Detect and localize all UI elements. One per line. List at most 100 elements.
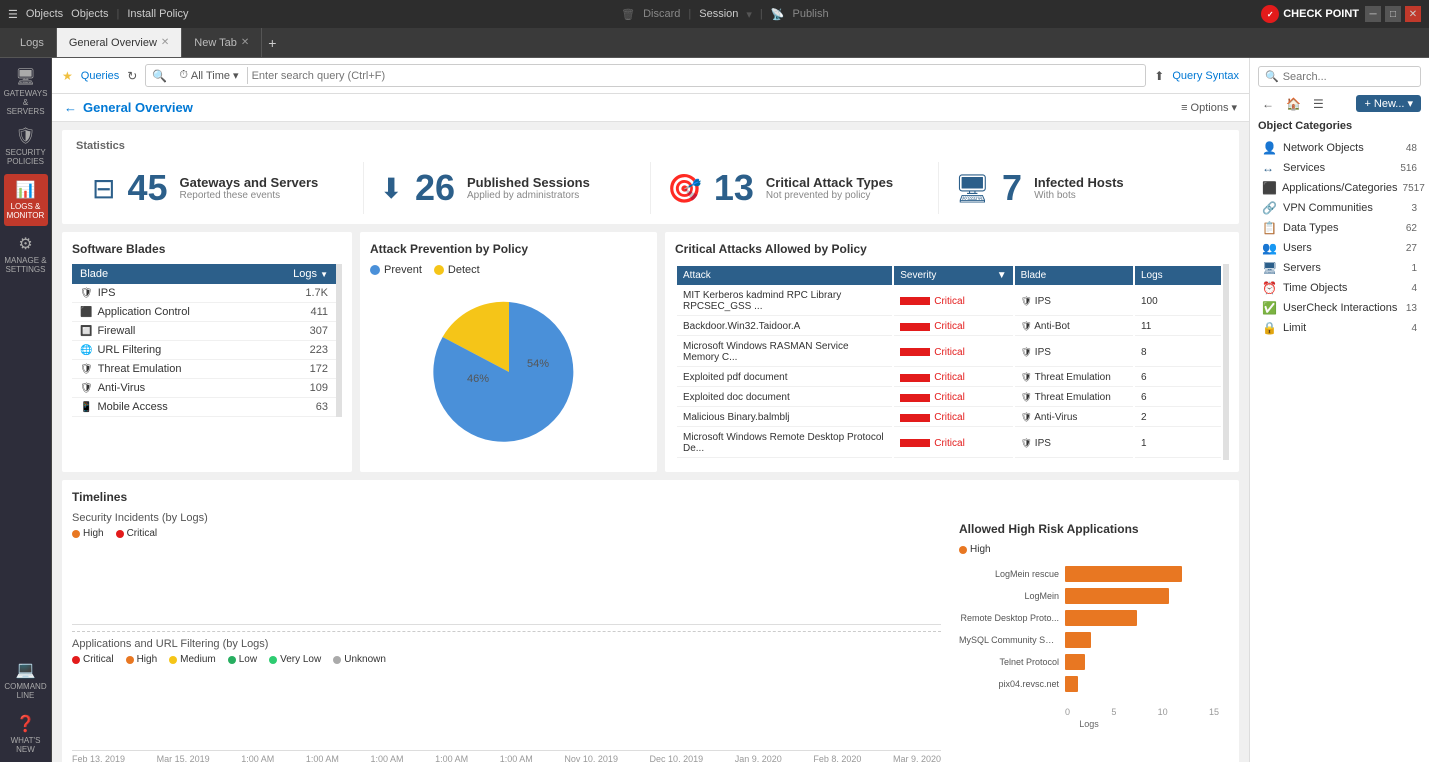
stat-gateways: ⊟ 45 Gateways and Servers Reported these…: [76, 162, 364, 214]
timeline-x-label: 1:00 AM: [371, 754, 404, 762]
timeline-x-label: Jan 9, 2020: [735, 754, 782, 762]
close-btn[interactable]: ✕: [1405, 6, 1421, 22]
sidebar-bottom: 💻 COMMAND LINE ❓ WHAT'S NEW: [4, 654, 48, 762]
attack-row[interactable]: Microsoft Windows RASMAN Service Memory …: [677, 338, 1221, 367]
sw-blades-scrollbar[interactable]: [336, 264, 342, 417]
app-medium-dot: [169, 656, 177, 664]
sw-blade-row[interactable]: 🛡 Anti-Virus 109: [72, 379, 336, 398]
legend-detect: Detect: [434, 264, 480, 276]
severity-filter-icon[interactable]: ▼: [997, 270, 1007, 281]
sidebar-item-security[interactable]: 🛡 SECURITY POLICIES: [4, 120, 48, 172]
minimize-btn[interactable]: ─: [1365, 6, 1381, 22]
obj-category-row[interactable]: ✅ UserCheck Interactions 13: [1258, 298, 1421, 318]
discard-label[interactable]: Discard: [643, 8, 680, 20]
security-label: SECURITY POLICIES: [4, 149, 48, 167]
attacks-scrollbar[interactable]: [1223, 264, 1229, 460]
new-object-btn[interactable]: + New... ▾: [1356, 95, 1421, 112]
blade-icon: 🌐: [80, 345, 92, 356]
obj-cat-count: 48: [1406, 143, 1417, 154]
attack-prevention-legend: Prevent Detect: [370, 264, 647, 276]
obj-category-row[interactable]: 👥 Users 27: [1258, 238, 1421, 258]
nav-back-btn[interactable]: ←: [1258, 96, 1278, 112]
options-btn[interactable]: ≡ Options ▾: [1181, 101, 1237, 114]
obj-category-row[interactable]: 👤 Network Objects 48: [1258, 138, 1421, 158]
sw-blade-row[interactable]: 🛡 IPS 1.7K: [72, 284, 336, 303]
time-filter[interactable]: ⏱ All Time ▾: [171, 67, 247, 84]
obj-category-row[interactable]: ↔ Services 516: [1258, 158, 1421, 178]
sidebar-item-whatsnew[interactable]: ❓ WHAT'S NEW: [4, 708, 48, 760]
sidebar-item-logs[interactable]: 📊 LOGS & MONITOR: [4, 174, 48, 226]
attack-name: Malicious Binary.balmblj: [677, 409, 892, 427]
risk-high-label: High: [970, 544, 991, 555]
obj-category-row[interactable]: ⬛ Applications/Categories 7517: [1258, 178, 1421, 198]
attack-row[interactable]: Exploited doc document Critical 🛡 Threat…: [677, 389, 1221, 407]
tab-logs[interactable]: Logs: [8, 28, 57, 57]
critical-stat-info: Critical Attack Types Not prevented by p…: [766, 175, 893, 201]
attack-row[interactable]: Backdoor.Win32.Taidoor.A Critical 🛡 Anti…: [677, 318, 1221, 336]
obj-category-row[interactable]: 🖥 Servers 1: [1258, 258, 1421, 278]
session-btn[interactable]: Session: [699, 8, 738, 20]
checkpoint-name: CHECK POINT: [1283, 8, 1359, 20]
gateways-stat-number: 45: [127, 170, 167, 206]
attack-prevention-widget: Attack Prevention by Policy Prevent Dete…: [360, 232, 657, 472]
export-icon[interactable]: ⬆: [1154, 69, 1164, 83]
tab-add-btn[interactable]: +: [262, 35, 282, 51]
maximize-btn[interactable]: □: [1385, 6, 1401, 22]
star-icon[interactable]: ★: [62, 69, 73, 83]
tab-general-overview[interactable]: General Overview ✕: [57, 28, 182, 57]
tab-general-overview-close[interactable]: ✕: [161, 37, 169, 48]
sidebar-item-cmdline[interactable]: 💻 COMMAND LINE: [4, 654, 48, 706]
app-critical-label: Critical: [83, 654, 114, 665]
bar-row: Telnet Protocol: [959, 654, 1219, 670]
options-icon: ≡: [1181, 102, 1187, 114]
left-sidebar: 🖥 GATEWAYS & SERVERS 🛡 SECURITY POLICIES…: [0, 58, 52, 762]
bar-label: Telnet Protocol: [959, 657, 1059, 667]
nav-list-btn[interactable]: ☰: [1309, 96, 1328, 112]
tab-new-tab[interactable]: New Tab ✕: [182, 28, 262, 57]
refresh-icon[interactable]: ↻: [127, 69, 137, 83]
search-input[interactable]: [252, 70, 1140, 82]
attack-row[interactable]: Microsoft Windows Remote Desktop Protoco…: [677, 429, 1221, 458]
sw-blade-row[interactable]: 📱 Mobile Access 63: [72, 398, 336, 417]
publish-icon: 📡: [771, 8, 785, 21]
publish-btn[interactable]: Publish: [792, 8, 828, 20]
attack-logs: 6: [1135, 369, 1221, 387]
app-menu-icon[interactable]: ☰: [8, 8, 18, 21]
attack-row[interactable]: Exploited pdf document Critical 🛡 Threat…: [677, 369, 1221, 387]
sw-blade-row[interactable]: 🛡 Threat Emulation 172: [72, 360, 336, 379]
sidebar-item-manage[interactable]: ⚙ MANAGE & SETTINGS: [4, 228, 48, 280]
attack-blade: 🛡 Threat Emulation: [1015, 389, 1133, 407]
infected-stat-info: Infected Hosts With bots: [1034, 175, 1124, 201]
tab-new-tab-close[interactable]: ✕: [241, 37, 249, 48]
query-syntax-link[interactable]: Query Syntax: [1172, 70, 1239, 82]
objects-label[interactable]: Objects: [71, 8, 108, 20]
page-title: General Overview: [83, 100, 193, 115]
attack-row[interactable]: MIT Kerberos kadmind RPC Library RPCSEC_…: [677, 287, 1221, 316]
obj-cat-count: 1: [1411, 263, 1417, 274]
queries-btn[interactable]: Queries: [81, 70, 120, 82]
sort-arrow[interactable]: ▼: [320, 270, 328, 279]
sw-blade-row[interactable]: 🌐 URL Filtering 223: [72, 341, 336, 360]
sidebar-item-gateways[interactable]: 🖥 GATEWAYS & SERVERS: [4, 66, 48, 118]
bar-axis-label: 0: [1065, 707, 1070, 717]
cmdline-icon: 💻: [16, 660, 36, 680]
top-bar-sep: |: [116, 8, 119, 20]
nav-home-btn[interactable]: 🏠: [1282, 96, 1305, 112]
install-policy-btn[interactable]: Install Policy: [127, 8, 188, 20]
breadcrumb[interactable]: ← General Overview: [64, 100, 193, 115]
attack-row[interactable]: Malicious Binary.balmblj Critical 🛡 Anti…: [677, 409, 1221, 427]
obj-category-row[interactable]: 🔗 VPN Communities 3: [1258, 198, 1421, 218]
col-blade-header: Blade: [80, 268, 268, 280]
obj-category-row[interactable]: 🔒 Limit 4: [1258, 318, 1421, 338]
right-search-input[interactable]: [1283, 71, 1414, 83]
app-high-label: High: [137, 654, 158, 665]
prevent-label: Prevent: [384, 264, 422, 276]
sw-blade-row[interactable]: ⬛ Application Control 411: [72, 303, 336, 322]
objects-menu[interactable]: Objects: [26, 8, 63, 20]
obj-category-row[interactable]: 📋 Data Types 62: [1258, 218, 1421, 238]
manage-icon: ⚙: [18, 234, 32, 254]
critical-label: Critical: [127, 528, 158, 539]
obj-category-row[interactable]: ⏰ Time Objects 4: [1258, 278, 1421, 298]
sw-blade-row[interactable]: 🔲 Firewall 307: [72, 322, 336, 341]
attacks-table: Attack Severity ▼ Blade Logs MIT Ke: [675, 264, 1223, 460]
